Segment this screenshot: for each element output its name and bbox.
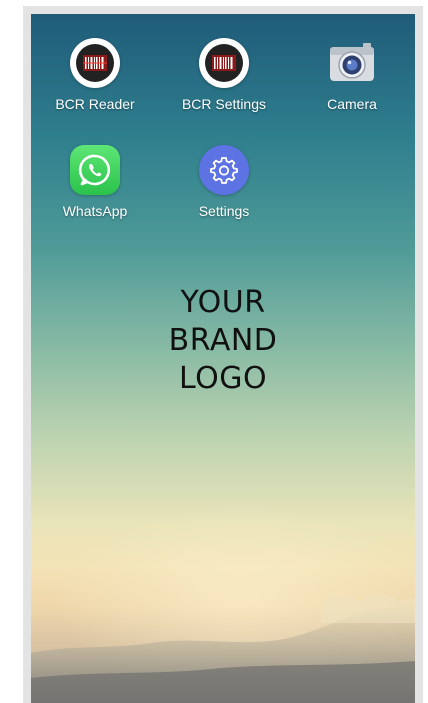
gear-icon	[199, 145, 249, 195]
barcode-reader-icon	[70, 38, 120, 88]
device-frame: BCR Reader BCR Settings Camera WhatsApp …	[23, 6, 423, 703]
wallpaper-clouds	[31, 594, 415, 703]
app-bcr-settings[interactable]: BCR Settings	[174, 38, 274, 112]
app-label: Settings	[198, 203, 250, 219]
whatsapp-icon	[70, 145, 120, 195]
app-label: Camera	[327, 96, 377, 112]
brand-logo-line: YOUR	[180, 285, 266, 320]
camera-icon	[327, 38, 377, 88]
barcode-settings-icon	[199, 38, 249, 88]
brand-logo-line: BRAND	[168, 323, 278, 358]
brand-logo-line: LOGO	[178, 361, 268, 396]
app-settings[interactable]: Settings	[174, 145, 274, 219]
brand-logo: YOUR BRAND LOGO	[31, 284, 415, 398]
app-label: WhatsApp	[62, 203, 128, 219]
app-whatsapp[interactable]: WhatsApp	[45, 145, 145, 219]
home-screen: BCR Reader BCR Settings Camera WhatsApp …	[31, 14, 415, 703]
app-camera[interactable]: Camera	[302, 38, 402, 112]
app-label: BCR Reader	[55, 96, 135, 112]
app-bcr-reader[interactable]: BCR Reader	[45, 38, 145, 112]
app-label: BCR Settings	[181, 96, 267, 112]
